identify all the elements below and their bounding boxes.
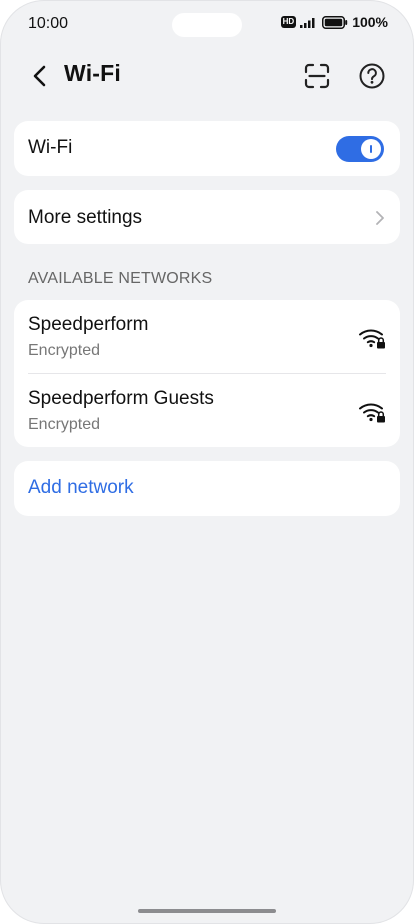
battery-percent: 100%	[352, 14, 388, 30]
page-title: Wi-Fi	[64, 60, 121, 86]
wifi-toggle-switch[interactable]	[336, 136, 384, 162]
phone-screen: 10:00 HD 100% Wi-Fi Wi-Fi More settings …	[0, 0, 414, 924]
network-item[interactable]: Speedperform Encrypted	[14, 300, 400, 373]
network-name: Speedperform	[28, 314, 149, 335]
help-icon[interactable]	[358, 62, 386, 90]
hd-badge: HD	[280, 16, 297, 28]
wifi-toggle-card: Wi-Fi	[14, 121, 400, 176]
battery-icon	[322, 15, 348, 29]
network-name: Speedperform Guests	[28, 388, 214, 409]
networks-card: Speedperform Encrypted Speedperform Gues…	[14, 300, 400, 447]
status-bar: 10:00 HD 100%	[0, 0, 414, 48]
add-network-row[interactable]: Add network	[14, 461, 400, 516]
wifi-locked-icon	[359, 403, 385, 423]
camera-pill	[172, 13, 242, 37]
status-time: 10:00	[28, 15, 69, 32]
page-header: Wi-Fi	[0, 56, 414, 96]
scan-icon[interactable]	[303, 62, 331, 90]
wifi-toggle-label: Wi-Fi	[28, 137, 73, 158]
available-networks-heading: AVAILABLE NETWORKS	[28, 270, 213, 287]
toggle-knob	[361, 139, 381, 159]
wifi-locked-icon	[359, 329, 385, 349]
signal-icon	[300, 18, 315, 28]
network-security: Encrypted	[28, 416, 101, 433]
back-chevron-icon[interactable]	[28, 62, 52, 90]
status-icons: HD 100%	[280, 14, 388, 30]
more-settings-row[interactable]: More settings	[14, 190, 400, 244]
chevron-right-icon	[376, 211, 384, 225]
more-settings-label: More settings	[28, 207, 143, 228]
network-security: Encrypted	[28, 342, 101, 359]
add-network-label: Add network	[28, 477, 134, 498]
network-item[interactable]: Speedperform Guests Encrypted	[14, 374, 400, 447]
home-indicator[interactable]	[138, 909, 276, 913]
